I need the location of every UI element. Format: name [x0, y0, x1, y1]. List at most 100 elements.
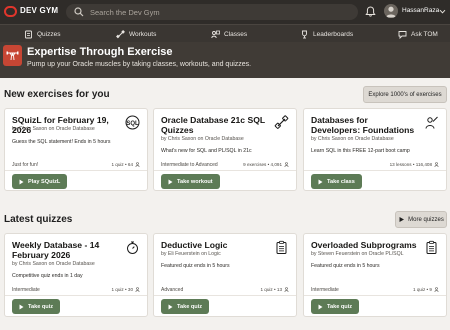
card-stats: 9 exercises • 4,091: [243, 162, 289, 167]
play-squizl-button[interactable]: Play SQuizL: [12, 174, 68, 189]
user-icon: [386, 6, 396, 18]
avatar[interactable]: [384, 4, 398, 18]
hero-banner: Expertise Through Exercise Pump up your …: [0, 42, 450, 78]
section-title-latest-quizzes: Latest quizzes: [4, 214, 73, 225]
chat-icon: [398, 30, 407, 39]
take-quiz-button[interactable]: Take quiz: [161, 299, 210, 314]
card-description: Featured quiz ends in 5 hours: [161, 263, 230, 269]
exercise-card-foundations[interactable]: Databases for Developers: Foundations by…: [303, 108, 447, 191]
take-quiz-button[interactable]: Take quiz: [311, 299, 360, 314]
stats-text: 1 quiz • 13: [260, 287, 282, 292]
nav-label: Quizzes: [37, 30, 61, 38]
exercise-card-squizl[interactable]: SQuizL for February 19, 2026 SQL by Chri…: [4, 108, 148, 191]
person-icon: [135, 287, 140, 292]
card-level: Intermediate: [12, 287, 40, 293]
card-level: Intermediate to Advanced: [161, 162, 218, 168]
nav-label: Workouts: [129, 30, 157, 38]
quiz-card-weekly-database[interactable]: Weekly Database - 14 February 2026 by Ch…: [4, 233, 148, 317]
play-icon: [318, 304, 323, 309]
card-stats: 1 quiz • 9: [413, 287, 439, 292]
button-label: More quizzes: [408, 216, 444, 223]
username[interactable]: HassanRaza: [402, 7, 439, 14]
button-label: Take quiz: [327, 303, 353, 310]
workout-icon: [116, 29, 125, 38]
card-byline[interactable]: by Chris Saxon on Oracle Database: [161, 136, 244, 142]
take-workout-button[interactable]: Take workout: [161, 174, 220, 189]
play-icon: [399, 217, 405, 222]
clipboard-icon: [276, 240, 287, 254]
card-level: Intermediate: [311, 287, 339, 293]
card-level: Just for fun!: [12, 162, 39, 168]
nav-item-workouts[interactable]: Workouts: [116, 25, 156, 43]
card-title[interactable]: SQuizL for February 19, 2026: [12, 115, 120, 135]
search-box[interactable]: [66, 4, 358, 20]
section-title-new-exercises: New exercises for you: [4, 89, 110, 100]
stats-text: 1 quiz • 9: [413, 287, 432, 292]
hero-subtitle: Pump up your Oracle muscles by taking cl…: [27, 61, 252, 68]
divider: [304, 295, 446, 296]
card-description: Competitive quiz ends in 1 day: [12, 273, 83, 279]
play-icon: [19, 179, 24, 184]
teacher-icon: [425, 116, 438, 129]
play-icon: [318, 179, 323, 184]
quiz-card-overloaded-subprograms[interactable]: Overloaded Subprograms by Steven Feuerst…: [303, 233, 447, 317]
search-input[interactable]: [90, 7, 340, 17]
oracle-logo[interactable]: [4, 6, 17, 17]
nav-label: Classes: [224, 30, 248, 38]
button-label: Play SQuizL: [28, 178, 61, 185]
card-title[interactable]: Databases for Developers: Foundations: [311, 115, 419, 135]
person-icon: [284, 162, 289, 167]
card-title[interactable]: Weekly Database - 14 February 2026: [12, 240, 120, 260]
card-title[interactable]: Deductive Logic: [161, 240, 269, 250]
weightlifter-icon: [6, 51, 19, 61]
stats-text: 1 quiz • 30: [111, 287, 133, 292]
stats-text: 13 lessons • 116,408: [389, 162, 432, 167]
person-icon: [284, 287, 289, 292]
card-stats: 13 lessons • 116,408: [390, 162, 439, 167]
more-quizzes-button[interactable]: More quizzes: [395, 211, 447, 228]
card-byline[interactable]: by Steven Feuerstein on Oracle PL/SQL: [311, 251, 404, 257]
explore-exercises-button[interactable]: Explore 1000's of exercises: [363, 86, 447, 103]
take-class-button[interactable]: Take class: [311, 174, 362, 189]
squizl-icon: SQL: [125, 115, 140, 130]
divider: [154, 295, 296, 296]
svg-text:SQL: SQL: [126, 121, 139, 127]
clipboard-icon: [426, 240, 437, 254]
dumbbell-icon: [274, 115, 289, 129]
divider: [304, 170, 446, 171]
bell-icon[interactable]: [364, 5, 377, 18]
card-stats: 1 quiz • 13: [260, 287, 289, 292]
card-stats: 1 quiz • 64: [111, 162, 140, 167]
class-icon: [211, 30, 220, 38]
play-icon: [168, 179, 173, 184]
stats-text: 9 exercises • 4,091: [243, 162, 282, 167]
search-icon: [74, 7, 84, 17]
quiz-icon: [25, 30, 32, 38]
card-title[interactable]: Oracle Database 21c SQL Quizzes: [161, 115, 269, 135]
take-quiz-button[interactable]: Take quiz: [12, 299, 61, 314]
card-byline[interactable]: by Chris Saxon on Oracle Database: [12, 126, 95, 132]
nav-item-leaderboards[interactable]: Leaderboards: [300, 25, 353, 43]
card-title[interactable]: Overloaded Subprograms: [311, 240, 419, 250]
chevron-down-icon[interactable]: [439, 8, 446, 15]
card-description: What's new for SQL and PL/SQL in 21c: [161, 148, 252, 154]
card-byline[interactable]: by Chris Saxon on Oracle Database: [12, 261, 95, 267]
exercise-card-21c[interactable]: Oracle Database 21c SQL Quizzes by Chris…: [153, 108, 297, 191]
card-stats: 1 quiz • 30: [111, 287, 140, 292]
card-byline[interactable]: by Chris Saxon on Oracle Database: [311, 136, 394, 142]
stopwatch-icon: [127, 241, 138, 254]
card-byline[interactable]: by Eli Feuerstein on Logic: [161, 251, 221, 257]
nav-label: Leaderboards: [313, 30, 354, 38]
button-label: Take quiz: [177, 303, 203, 310]
nav-item-classes[interactable]: Classes: [211, 25, 247, 43]
hero-badge: [3, 45, 22, 66]
person-icon: [434, 287, 439, 292]
nav-item-ask-tom[interactable]: Ask TOM: [398, 25, 438, 43]
divider: [5, 170, 147, 171]
button-label: Take class: [327, 178, 355, 185]
nav-label: Ask TOM: [411, 30, 438, 38]
quiz-card-deductive-logic[interactable]: Deductive Logic by Eli Feuerstein on Log…: [153, 233, 297, 317]
nav-item-quizzes[interactable]: Quizzes: [24, 25, 60, 43]
brand-name[interactable]: DEV GYM: [20, 6, 58, 15]
divider: [154, 170, 296, 171]
